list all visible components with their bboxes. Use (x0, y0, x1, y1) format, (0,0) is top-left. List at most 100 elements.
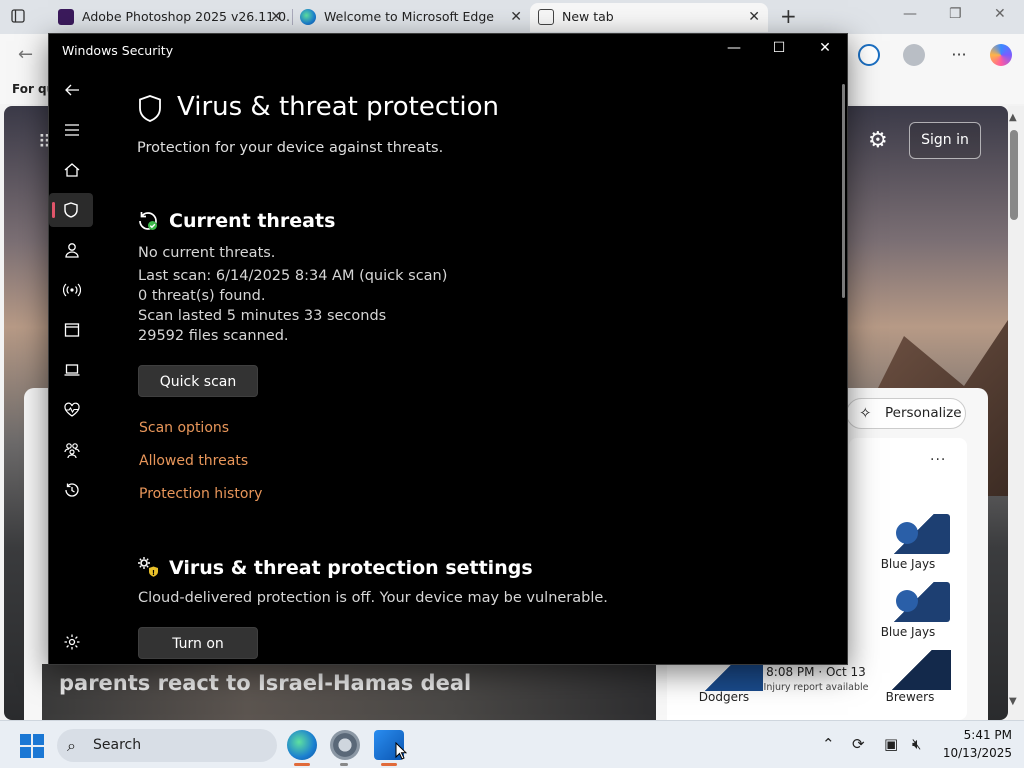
team-name: Blue Jays (880, 625, 936, 639)
downloads-icon[interactable] (858, 44, 880, 66)
search-label: Search (93, 737, 142, 753)
quick-scan-button[interactable]: Quick scan (138, 365, 258, 397)
heart-pulse-icon[interactable] (59, 397, 85, 423)
taskbar-search-box[interactable]: ⌕ Search (57, 729, 277, 762)
display-icon[interactable]: ▣ (884, 735, 898, 753)
protection-settings-heading: Virus & threat protection settings (169, 557, 533, 579)
gear-icon[interactable] (59, 629, 85, 655)
mouse-cursor-icon (395, 742, 407, 760)
tab-new-tab[interactable]: New tab ✕ (530, 3, 768, 32)
close-icon[interactable]: ✕ (510, 3, 522, 31)
team-blue-jays-2[interactable]: Blue Jays (858, 582, 958, 639)
settings-running-indicator (340, 763, 348, 766)
injury-note: Injury report available (763, 682, 869, 693)
family-icon[interactable] (59, 437, 85, 463)
page-title: Virus & threat protection (177, 92, 499, 122)
history-icon[interactable] (59, 477, 85, 503)
current-threats-heading: Current threats (169, 210, 336, 232)
security-running-indicator (381, 763, 397, 766)
team-blue-jays-1[interactable]: Blue Jays (858, 514, 958, 571)
search-icon: ⌕ (67, 736, 76, 755)
threat-status-line: No current threats. (138, 245, 276, 261)
turn-on-button[interactable]: Turn on (138, 627, 258, 659)
settings-gears-icon: ! (138, 557, 158, 577)
windows-start-icon[interactable] (20, 734, 44, 758)
security-content: Virus & threat protection Protection for… (137, 34, 837, 664)
scan-options-link[interactable]: Scan options (139, 420, 229, 436)
back-arrow-icon[interactable]: ← (18, 44, 33, 65)
tab-label: Adobe Photoshop 2025 v26.11.0... (82, 9, 290, 24)
back-arrow-icon[interactable] (59, 77, 85, 103)
wireless-icon[interactable] (59, 277, 85, 303)
new-tab-button[interactable]: + (780, 4, 797, 28)
scan-duration-line: Scan lasted 5 minutes 33 seconds (138, 308, 387, 324)
home-icon[interactable] (59, 157, 85, 183)
more-dots-icon[interactable]: ··· (930, 452, 946, 468)
copilot-icon[interactable] (990, 44, 1012, 66)
blue-jays-logo-icon (882, 514, 950, 554)
shield-icon (139, 95, 161, 122)
photoshop-icon (58, 9, 74, 25)
taskbar: ⌕ Search ⌃ ⟳ ▣ 🔇︎ 5:41 PM 10/13/2025 (0, 720, 1024, 768)
content-scrollbar[interactable] (842, 84, 845, 298)
close-icon[interactable]: ✕ (270, 3, 282, 31)
cloud-protection-status: Cloud-delivered protection is off. Your … (138, 590, 608, 606)
shield-icon[interactable] (49, 193, 93, 227)
page-subtitle: Protection for your device against threa… (137, 140, 444, 156)
tab-welcome-edge[interactable]: Welcome to Microsoft Edge ✕ (292, 3, 530, 32)
tab-bar: Adobe Photoshop 2025 v26.11.0... ✕ Welco… (0, 0, 1024, 34)
scroll-thumb[interactable] (1010, 130, 1018, 220)
news-headline[interactable]: parents react to Israel-Hamas deal (59, 671, 471, 695)
app-browser-icon[interactable] (59, 317, 85, 343)
sync-icon[interactable]: ⟳ (852, 735, 865, 753)
start-tile (33, 747, 44, 758)
blue-jays-logo-icon (882, 582, 950, 622)
away-team-name: Brewers (885, 690, 935, 704)
scan-history-icon (139, 212, 157, 230)
newtab-page-icon (538, 9, 554, 25)
clock-date[interactable]: 10/13/2025 (936, 746, 1012, 760)
close-icon[interactable]: ✕ (748, 3, 760, 31)
brewers-logo-icon (883, 650, 951, 690)
game-time: 8:08 PM · Oct 13 (766, 665, 866, 679)
gear-icon[interactable]: ⚙ (868, 128, 888, 153)
speaker-muted-icon[interactable]: 🔇︎ (912, 735, 921, 753)
edge-running-indicator (294, 763, 310, 766)
settings-taskbar-icon[interactable] (330, 730, 360, 760)
personalize-star-icon: ✧ (859, 404, 872, 422)
hamburger-menu-icon[interactable] (59, 117, 85, 143)
scroll-up-icon[interactable]: ▲ (1009, 112, 1017, 123)
edge-taskbar-icon[interactable] (287, 730, 317, 760)
tab-actions-icon[interactable] (10, 8, 28, 26)
personalize-button[interactable]: ✧ Personalize (846, 398, 966, 429)
tab-label: Welcome to Microsoft Edge (324, 9, 494, 24)
protection-history-link[interactable]: Protection history (139, 486, 262, 502)
profile-avatar[interactable] (903, 44, 925, 66)
personalize-label: Personalize (885, 405, 962, 421)
sign-in-button[interactable]: Sign in (909, 122, 981, 159)
svg-text:!: ! (152, 569, 155, 577)
restore-icon[interactable]: ❐ (949, 6, 962, 22)
security-sidebar (49, 74, 95, 664)
clock-time[interactable]: 5:41 PM (940, 728, 1012, 742)
minimize-icon[interactable]: — (903, 6, 917, 22)
chevron-up-icon[interactable]: ⌃ (822, 735, 835, 753)
threats-found-line: 0 threat(s) found. (138, 288, 266, 304)
home-team-name: Dodgers (698, 690, 750, 704)
person-icon[interactable] (59, 237, 85, 263)
scroll-down-icon[interactable]: ▼ (1009, 696, 1017, 707)
tab-photoshop[interactable]: Adobe Photoshop 2025 v26.11.0... ✕ (50, 3, 290, 32)
start-tile (33, 734, 44, 745)
laptop-icon[interactable] (59, 357, 85, 383)
close-icon[interactable]: ✕ (994, 6, 1006, 22)
start-tile (20, 747, 31, 758)
start-tile (20, 734, 31, 745)
last-scan-line: Last scan: 6/14/2025 8:34 AM (quick scan… (138, 268, 448, 284)
more-options-icon[interactable]: ··· (948, 44, 970, 66)
windows-security-window: Windows Security — ☐ ✕ Virus & threat pr… (48, 33, 848, 665)
files-scanned-line: 29592 files scanned. (138, 328, 289, 344)
allowed-threats-link[interactable]: Allowed threats (139, 453, 248, 469)
tab-label: New tab (562, 9, 614, 24)
team-name: Blue Jays (880, 557, 936, 571)
edge-icon (300, 9, 316, 25)
